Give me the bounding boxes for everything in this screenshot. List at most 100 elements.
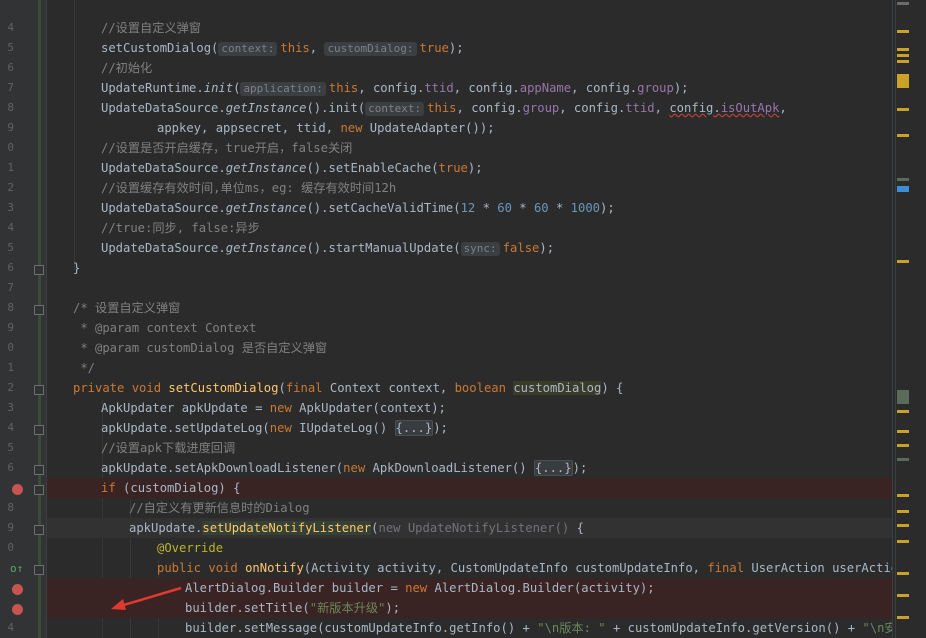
line-number: 0 bbox=[7, 541, 14, 554]
fold-marker-icon[interactable] bbox=[34, 465, 44, 475]
code-line: public void onNotify(Activity activity, … bbox=[157, 561, 892, 575]
code-line: builder.setMessage(customUpdateInfo.getI… bbox=[185, 621, 892, 635]
stripe-marker[interactable] bbox=[897, 572, 909, 575]
stripe-marker[interactable] bbox=[897, 430, 909, 433]
line-number: 4 bbox=[7, 221, 14, 234]
code-line: UpdateDataSource.getInstance().init(cont… bbox=[101, 101, 787, 116]
stripe-marker[interactable] bbox=[897, 54, 909, 57]
stripe-marker[interactable] bbox=[897, 524, 909, 527]
line-number: 6 bbox=[7, 61, 14, 74]
stripe-marker[interactable] bbox=[897, 540, 909, 543]
code-line: @Override bbox=[157, 541, 224, 555]
code-line-breakpoint: if (customDialog) { bbox=[47, 478, 892, 498]
line-number: 8 bbox=[7, 101, 14, 114]
line-number: 1 bbox=[7, 161, 14, 174]
code-line: //设置apk下载进度回调 bbox=[101, 441, 236, 455]
line-number: 7 bbox=[7, 81, 14, 94]
fold-marker-icon[interactable] bbox=[34, 425, 44, 435]
breakpoint-icon[interactable] bbox=[12, 584, 23, 595]
code-line: //设置是否开启缓存，true开启，false关闭 bbox=[101, 141, 353, 155]
override-indicator-icon[interactable]: o↑ bbox=[10, 563, 23, 575]
line-number: 6 bbox=[7, 261, 14, 274]
code-line: UpdateDataSource.getInstance().setCacheV… bbox=[101, 201, 615, 215]
line-number: 2 bbox=[7, 381, 14, 394]
line-number: 4 bbox=[7, 21, 14, 34]
line-number: 0 bbox=[7, 341, 14, 354]
code-line: ApkUpdater apkUpdate = new ApkUpdater(co… bbox=[101, 401, 446, 415]
fold-marker-icon[interactable] bbox=[34, 305, 44, 315]
code-line: //true:同步, false:异步 bbox=[101, 221, 260, 235]
line-number: 3 bbox=[7, 401, 14, 414]
breakpoint-icon[interactable] bbox=[12, 484, 23, 495]
line-number: 4 bbox=[7, 421, 14, 434]
line-number: 2 bbox=[7, 181, 14, 194]
folded-code-block[interactable]: {...} bbox=[533, 460, 573, 476]
stripe-marker[interactable] bbox=[897, 494, 909, 497]
code-line: UpdateDataSource.getInstance().setEnable… bbox=[101, 161, 483, 175]
line-number: 1 bbox=[7, 361, 14, 374]
fold-marker-icon[interactable] bbox=[34, 565, 44, 575]
code-line: UpdateDataSource.getInstance().startManu… bbox=[101, 241, 555, 256]
param-hint: customDialog: bbox=[324, 42, 417, 56]
fold-marker-icon[interactable] bbox=[34, 385, 44, 395]
code-line: UpdateRuntime.init(application: this, con… bbox=[101, 81, 689, 96]
error-stripe-scrollbar[interactable] bbox=[892, 0, 926, 638]
breakpoint-icon[interactable] bbox=[12, 604, 23, 615]
param-hint: context: bbox=[218, 42, 278, 56]
stripe-marker[interactable] bbox=[897, 186, 909, 192]
line-number: 9 bbox=[7, 521, 14, 534]
param-hint: application: bbox=[240, 82, 326, 96]
line-number: 5 bbox=[7, 241, 14, 254]
stripe-marker[interactable] bbox=[897, 134, 909, 137]
code-line: //初始化 bbox=[101, 61, 153, 75]
code-line: } bbox=[73, 261, 81, 275]
line-number: 4 bbox=[7, 621, 14, 634]
line-number: 7 bbox=[7, 281, 14, 294]
line-number: 5 bbox=[7, 441, 14, 454]
stripe-marker[interactable] bbox=[897, 60, 909, 63]
stripe-marker[interactable] bbox=[897, 410, 909, 413]
code-line: apkUpdate.setUpdateLog(new IUpdateLog() … bbox=[101, 420, 448, 436]
line-number: 5 bbox=[7, 41, 14, 54]
code-line: private void setCustomDialog(final Conte… bbox=[73, 381, 624, 395]
stripe-marker[interactable] bbox=[897, 108, 909, 111]
fold-marker-icon[interactable] bbox=[34, 265, 44, 275]
stripe-marker[interactable] bbox=[897, 616, 909, 619]
code-line: apkUpdate.setApkDownloadListener(new Apk… bbox=[101, 460, 588, 476]
fold-marker-icon[interactable] bbox=[34, 485, 44, 495]
code-line-current: apkUpdate.setUpdateNotifyListener(new Up… bbox=[47, 518, 892, 538]
stripe-marker[interactable] bbox=[897, 390, 909, 404]
line-number: 8 bbox=[7, 301, 14, 314]
stripe-marker[interactable] bbox=[897, 458, 909, 461]
folded-code-block[interactable]: {...} bbox=[394, 420, 434, 436]
stripe-marker[interactable] bbox=[897, 74, 909, 88]
stripe-marker[interactable] bbox=[897, 48, 909, 51]
code-line: //设置缓存有效时间,单位ms，eg: 缓存有效时间12h bbox=[101, 181, 397, 195]
line-number: 6 bbox=[7, 461, 14, 474]
vcs-change-bar bbox=[38, 0, 41, 638]
stripe-marker[interactable] bbox=[897, 260, 909, 263]
line-number: 9 bbox=[7, 121, 14, 134]
line-number: 3 bbox=[7, 201, 14, 214]
code-line: //自定义有更新信息时的Dialog bbox=[129, 501, 310, 515]
line-number: 0 bbox=[7, 141, 14, 154]
code-line: * @param customDialog 是否自定义弹窗 bbox=[73, 341, 328, 355]
fold-marker-icon[interactable] bbox=[34, 525, 44, 535]
code-line: * @param context Context bbox=[73, 321, 257, 335]
stripe-marker[interactable] bbox=[897, 2, 909, 5]
stripe-marker[interactable] bbox=[897, 30, 909, 33]
stripe-marker[interactable] bbox=[897, 178, 909, 181]
code-line: setCustomDialog(context: this, customDial… bbox=[101, 41, 464, 56]
stripe-marker[interactable] bbox=[897, 594, 909, 597]
code-editor[interactable]: //设置自定义弹窗 setCustomDialog(context: this, … bbox=[47, 0, 892, 638]
param-hint: sync: bbox=[460, 242, 500, 256]
code-line: appkey, appsecret, ttid, new UpdateAdapt… bbox=[157, 121, 495, 135]
stripe-marker[interactable] bbox=[897, 444, 909, 447]
stripe-marker[interactable] bbox=[897, 510, 909, 513]
red-arrow-annotation bbox=[111, 586, 182, 610]
code-line: //设置自定义弹窗 bbox=[101, 21, 201, 35]
code-line: /* 设置自定义弹窗 bbox=[73, 301, 181, 315]
line-number: 8 bbox=[7, 501, 14, 514]
code-line: */ bbox=[73, 361, 96, 375]
line-number: 9 bbox=[7, 321, 14, 334]
